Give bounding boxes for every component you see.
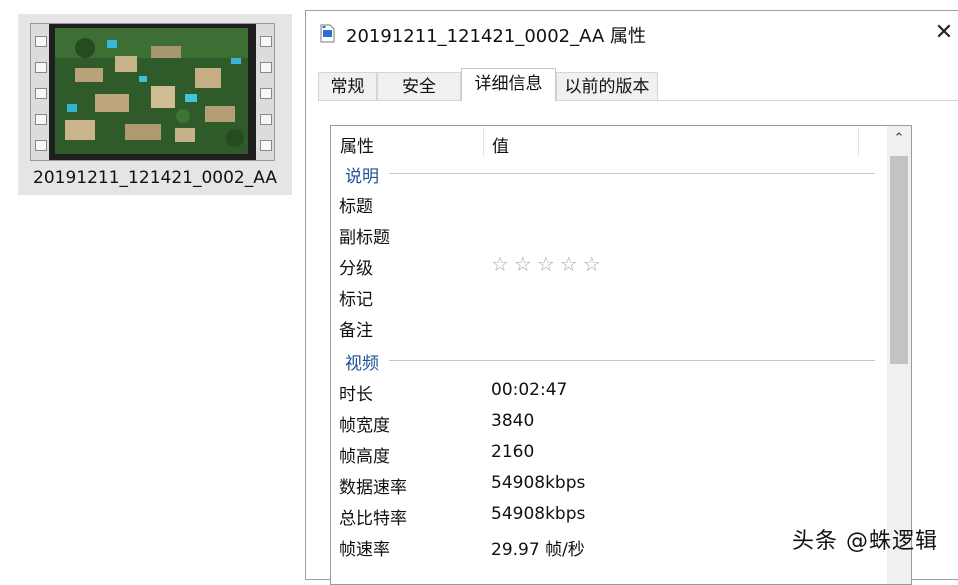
property-row[interactable]: 帧宽度 3840 (339, 411, 881, 436)
property-key: 总比特率 (339, 509, 407, 529)
group-header-video: 视频 (345, 349, 875, 374)
column-header-property[interactable]: 属性 (340, 132, 374, 157)
film-perforation-right (256, 24, 274, 160)
column-header: 属性 值 (331, 126, 887, 158)
property-value: 54908kbps (491, 504, 586, 524)
property-row[interactable]: 时长 00:02:47 (339, 380, 881, 405)
property-key: 数据速率 (339, 478, 407, 498)
property-key: 标记 (339, 290, 373, 310)
property-key: 时长 (339, 385, 373, 405)
aerial-view-thumbnail (55, 28, 248, 154)
file-name-label[interactable]: 20191211_121421_0002_AA (18, 168, 292, 188)
details-property-list[interactable]: 属性 值 说明 标题 副标题 分级 ☆☆☆☆☆ 标记 备注 视频 时长 00:0… (330, 125, 912, 585)
dialog-title: 20191211_121421_0002_AA 属性 (346, 26, 646, 47)
tab-details[interactable]: 详细信息 (461, 68, 556, 101)
group-label: 视频 (345, 354, 379, 374)
title-bar[interactable]: 20191211_121421_0002_AA 属性 ✕ (306, 11, 958, 55)
property-row[interactable]: 标记 (339, 285, 881, 310)
film-perforation-left (31, 24, 49, 160)
rating-stars[interactable]: ☆☆☆☆☆ (491, 252, 606, 276)
video-file-icon (320, 24, 335, 43)
video-file-tile[interactable]: 20191211_121421_0002_AA (18, 14, 292, 195)
close-icon[interactable]: ✕ (934, 22, 954, 44)
group-header-description: 说明 (345, 162, 875, 187)
group-divider (389, 173, 875, 174)
column-divider[interactable] (483, 128, 484, 156)
property-row[interactable]: 副标题 (339, 223, 881, 248)
property-row[interactable]: 分级 ☆☆☆☆☆ (339, 252, 881, 279)
property-row[interactable]: 备注 (339, 316, 881, 341)
property-key: 帧高度 (339, 447, 390, 467)
property-value: 3840 (491, 411, 535, 431)
property-key: 分级 (339, 259, 373, 279)
property-row[interactable]: 帧高度 2160 (339, 442, 881, 467)
property-key: 帧速率 (339, 540, 390, 560)
property-value: 00:02:47 (491, 380, 568, 400)
column-divider[interactable] (858, 128, 859, 156)
property-row[interactable]: 标题 (339, 192, 881, 217)
property-row[interactable]: 数据速率 54908kbps (339, 473, 881, 498)
property-value: 29.97 帧/秒 (491, 540, 585, 560)
tab-general[interactable]: 常规 (318, 72, 377, 100)
tab-previous-versions[interactable]: 以前的版本 (556, 72, 658, 100)
video-thumbnail-frame (30, 23, 275, 161)
tab-security[interactable]: 安全 (377, 72, 461, 100)
column-header-value[interactable]: 值 (492, 132, 509, 157)
property-key: 帧宽度 (339, 416, 390, 436)
property-key: 备注 (339, 321, 373, 341)
watermark-text: 头条 @蛛逻辑 (792, 529, 938, 554)
properties-dialog: 20191211_121421_0002_AA 属性 ✕ 常规 安全 详细信息 … (305, 10, 958, 585)
property-value: 2160 (491, 442, 535, 462)
group-divider (389, 360, 875, 361)
chevron-up-icon[interactable]: ⌃ (892, 132, 906, 146)
property-key: 标题 (339, 197, 373, 217)
scrollbar-thumb[interactable] (890, 156, 908, 364)
property-key: 副标题 (339, 228, 390, 248)
group-label: 说明 (345, 167, 379, 187)
property-value: 54908kbps (491, 473, 586, 493)
vertical-scrollbar[interactable]: ⌃ (887, 126, 911, 584)
